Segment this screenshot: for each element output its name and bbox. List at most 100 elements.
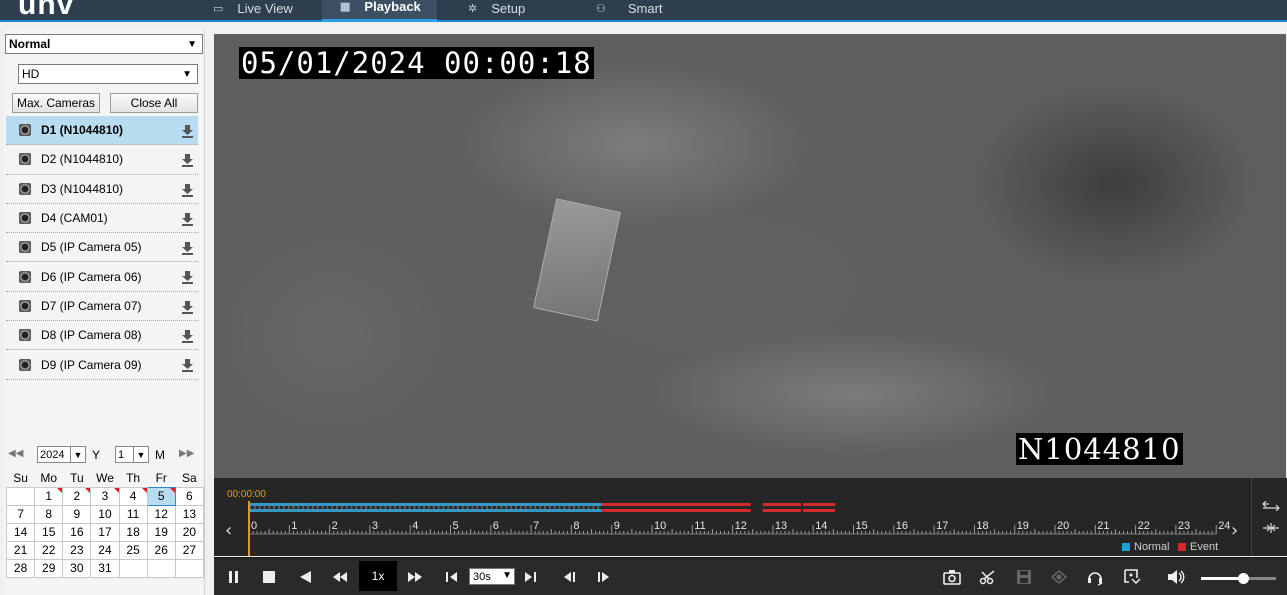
camera-item[interactable]: D8 (IP Camera 08) [6,321,198,351]
frame-forward-button[interactable] [594,567,614,587]
download-icon[interactable] [182,359,193,373]
camera-item[interactable]: D3 (N1044810) [6,175,198,204]
video-viewport[interactable]: 05/01/2024 00:00:18 N1044810 [214,34,1286,478]
camera-item[interactable]: D7 (IP Camera 07) [6,292,198,322]
clip-button[interactable] [978,567,998,587]
download-icon[interactable] [182,154,193,168]
calendar-day[interactable]: 6 [174,486,205,506]
calendar-day[interactable]: 23 [62,540,92,560]
record-segment [587,503,590,512]
calendar-day[interactable]: 12 [146,504,176,524]
calendar-day[interactable]: 1 [34,486,64,506]
camera-item[interactable]: D4 (CAM01) [6,204,198,234]
camera-icon [19,358,31,371]
month-select[interactable]: 1 ▼ [115,446,149,463]
calendar-day[interactable]: 8 [34,504,64,524]
pause-button[interactable] [224,567,244,587]
timeline-prev-icon[interactable]: ‹ [225,522,232,540]
calendar-day[interactable]: 30 [62,558,92,578]
calendar-day[interactable]: 22 [34,540,64,560]
skip-back-button[interactable] [442,567,462,587]
volume-slider[interactable] [1201,573,1276,584]
download-icon[interactable] [182,183,193,197]
mode-select[interactable]: Normal ▼ [5,34,203,54]
tab-live-view[interactable]: ▭ Live View [213,0,293,22]
calendar-day[interactable]: 9 [62,504,92,524]
calendar-day[interactable]: 7 [5,504,36,524]
calendar-day[interactable]: 17 [90,522,120,542]
hour-label: 4 [412,520,418,532]
calendar-day[interactable]: 25 [118,540,148,560]
camera-item[interactable]: D5 (IP Camera 05) [6,233,198,263]
event-record-bar [803,509,836,512]
speed-up-button[interactable] [405,567,425,587]
download-icon[interactable] [182,125,193,138]
calendar-day [5,486,36,506]
calendar-day[interactable]: 13 [174,504,205,524]
camera-item-label: D1 (N1044810) [41,123,124,138]
tab-smart[interactable]: ⚇ Smart [596,0,663,22]
tag-button[interactable] [1122,567,1142,587]
weekday-row: Su Mo Tu We Th Fr Sa [7,469,204,487]
calendar-day[interactable]: 27 [174,540,205,560]
camera-item[interactable]: D9 (IP Camera 09) [6,350,198,380]
calendar-day[interactable]: 31 [90,558,120,578]
download-icon[interactable] [182,242,193,256]
record-segment [505,503,508,512]
calendar-day[interactable]: 24 [90,540,120,560]
calendar-day[interactable]: 16 [62,522,92,542]
calendar-day [174,558,205,578]
calendar-day[interactable]: 11 [118,504,148,524]
camera-item[interactable]: D6 (IP Camera 06) [6,262,198,292]
legend-event: Event [1178,541,1218,553]
quality-select[interactable]: HD ▼ [18,64,198,84]
gear-icon: ✲ [468,2,478,15]
volume-button[interactable] [1166,567,1186,587]
download-icon[interactable] [182,212,193,226]
interval-select[interactable]: 30s ▼ [469,568,515,585]
calendar-day[interactable]: 10 [90,504,120,524]
stop-button[interactable] [259,567,279,587]
tab-setup[interactable]: ✲ Setup [468,0,525,22]
record-segment [258,503,261,512]
download-icon[interactable] [182,330,193,344]
snapshot-button[interactable] [942,567,962,587]
frame-back-button[interactable] [559,567,579,587]
calendar-day[interactable]: 21 [5,540,36,560]
calendar-day[interactable]: 14 [5,522,36,542]
camera-item[interactable]: D1 (N1044810) [6,116,198,146]
timeline-track[interactable]: 0 1 2 3 4 5 6 7 8 9 10 11 12 13 14 15 16 17 18 19 20 21 22 23 24 [244,498,1244,556]
calendar-day[interactable]: 28 [5,558,36,578]
calendar-day[interactable]: 4 [118,486,148,506]
tab-playback[interactable]: ▦ Playback [322,0,437,22]
prev-year-icon[interactable]: ◀◀ [8,448,23,459]
shrink-timeline-icon[interactable] [1262,522,1280,534]
reverse-play-button[interactable] [295,567,315,587]
audio-button[interactable] [1085,567,1105,587]
download-icon[interactable] [182,271,193,285]
record-segment [573,503,576,512]
calendar-day[interactable]: 15 [34,522,64,542]
camera-item[interactable]: D2 (N1044810) [6,145,198,175]
calendar-day[interactable]: 20 [174,522,205,542]
record-segment [519,503,522,512]
download-icon[interactable] [182,300,193,314]
slow-down-button[interactable] [330,567,350,587]
calendar-week: 21 22 23 24 25 26 27 [5,540,205,560]
calendar-day[interactable]: 26 [146,540,176,560]
calendar-day[interactable]: 18 [118,522,148,542]
calendar-day[interactable]: 19 [146,522,176,542]
calendar-day[interactable]: 29 [34,558,64,578]
tag-icon [1124,569,1141,585]
year-select[interactable]: 2024 ▼ [37,446,86,463]
chevron-down-icon: ▼ [133,447,148,462]
skip-forward-button[interactable] [520,567,540,587]
next-year-icon[interactable]: ▶▶ [179,448,194,459]
calendar-day[interactable]: 3 [90,486,120,506]
calendar-day[interactable]: 5 [146,486,176,506]
max-cameras-button[interactable]: Max. Cameras [12,93,100,113]
calendar-day[interactable]: 2 [62,486,92,506]
close-all-button[interactable]: Close All [110,93,198,113]
expand-timeline-icon[interactable] [1262,501,1280,511]
volume-knob[interactable] [1237,573,1249,584]
